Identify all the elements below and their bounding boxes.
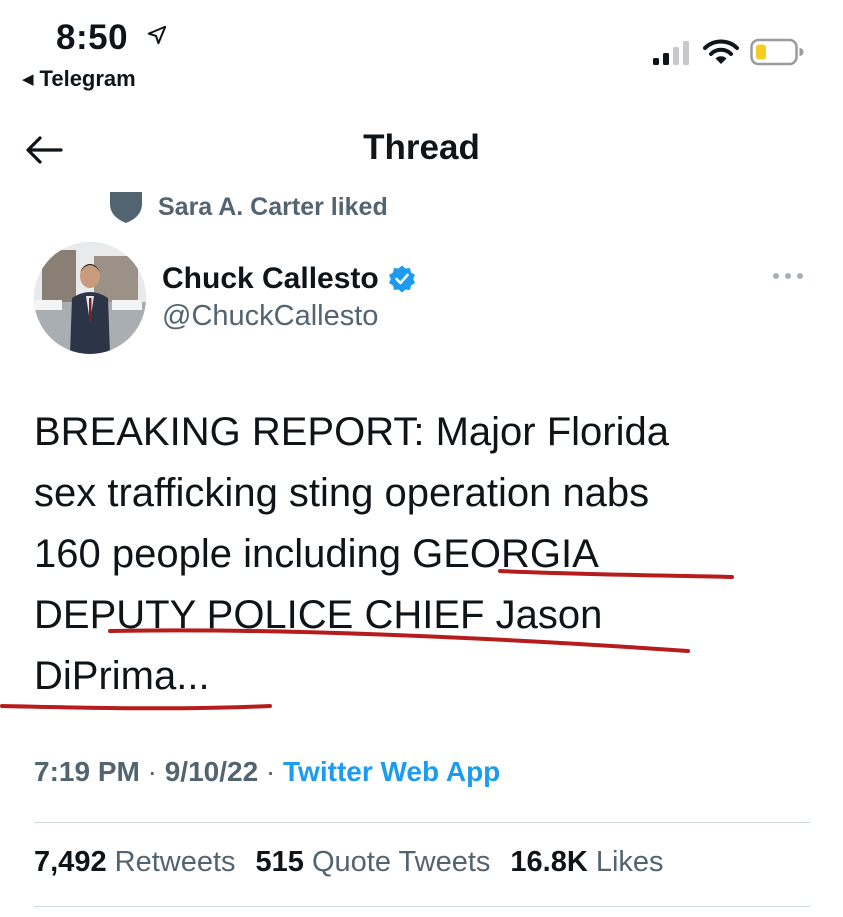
quote-tweets-label: Quote Tweets (311, 846, 491, 878)
tweet-line: 160 people including GEORGIA (34, 532, 599, 576)
social-context[interactable]: Sara A. Carter liked (108, 190, 388, 224)
tweet-line: sex trafficking sting operation nabs (34, 471, 650, 515)
divider (34, 822, 810, 823)
page-title: Thread (363, 128, 480, 167)
tweet-line: BREAKING REPORT: Major Florida (34, 410, 669, 454)
tweet-source-link[interactable]: Twitter Web App (283, 756, 500, 787)
tweet-line: DEPUTY POLICE CHIEF Jason (34, 593, 603, 637)
meta-separator: · (147, 756, 165, 787)
cellular-signal-icon (653, 41, 689, 65)
social-context-label: Sara A. Carter liked (158, 192, 388, 221)
divider (34, 906, 810, 907)
battery-icon (750, 38, 804, 66)
tweet-date: 9/10/22 (164, 756, 259, 787)
status-time: 8:50 (56, 18, 129, 57)
retweets-label: Retweets (114, 846, 236, 878)
tweet-text: BREAKING REPORT: Major Florida sex traff… (34, 402, 794, 707)
likes-stat[interactable]: 16.8K Likes (510, 846, 663, 879)
wifi-icon (703, 39, 739, 64)
retweets-stat[interactable]: 7,492 Retweets (34, 846, 236, 879)
author-name[interactable]: Chuck Callesto (162, 262, 417, 296)
author-name-text: Chuck Callesto (162, 262, 379, 295)
quote-tweets-stat[interactable]: 515 Quote Tweets (256, 846, 491, 879)
avatar[interactable] (34, 242, 146, 354)
quote-tweets-count: 515 (255, 846, 304, 878)
verified-badge-icon (388, 265, 415, 293)
tweet-stats: 7,492 Retweets 515 Quote Tweets 16.8K Li… (34, 846, 664, 879)
likes-count: 16.8K (510, 846, 588, 878)
back-app-label: Telegram (39, 66, 136, 91)
back-to-app-button[interactable]: ◀ Telegram (22, 66, 136, 92)
shield-icon (110, 192, 142, 223)
likes-label: Likes (595, 846, 664, 878)
location-arrow-icon (147, 25, 167, 45)
author-handle[interactable]: @ChuckCallesto (162, 300, 378, 333)
more-options-icon[interactable] (770, 268, 806, 284)
back-triangle-icon: ◀ (22, 71, 34, 88)
retweets-count: 7,492 (34, 846, 107, 878)
tweet-meta: 7:19 PM · 9/10/22 · Twitter Web App (34, 756, 500, 788)
tweet-time: 7:19 PM (34, 756, 140, 787)
meta-separator: · (265, 756, 284, 787)
tweet-line: DiPrima... (34, 654, 210, 698)
